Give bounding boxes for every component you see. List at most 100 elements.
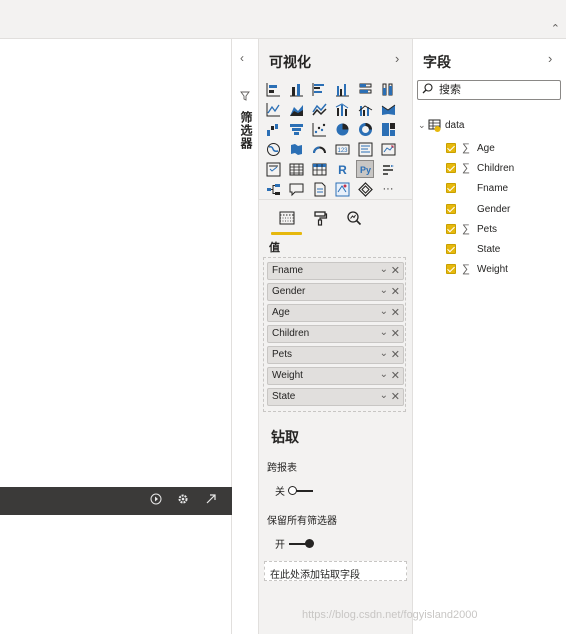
chevron-down-icon[interactable]: ⌄ [380, 285, 388, 296]
visual-header-bar [0, 487, 258, 515]
scatter-chart-icon[interactable] [310, 120, 328, 138]
cross-report-label: 跨报表 [267, 463, 297, 474]
chevron-right-icon[interactable]: › [548, 51, 552, 66]
line-column-chart-icon[interactable] [333, 100, 351, 118]
donut-chart-icon[interactable] [356, 120, 374, 138]
analytics-tab[interactable] [343, 208, 365, 228]
values-well[interactable]: Fname ⌄ ✕ Gender ⌄ ✕ Age ⌄ ✕ Children ⌄ … [263, 257, 406, 412]
stacked-area-chart-icon[interactable] [310, 100, 328, 118]
line-clustered-column-chart-icon[interactable] [356, 100, 374, 118]
value-well-item[interactable]: Pets ⌄ ✕ [267, 346, 404, 364]
expand-collapse-icon[interactable]: ⌄ [418, 120, 428, 131]
kpi-icon[interactable] [379, 140, 397, 158]
value-well-item[interactable]: Age ⌄ ✕ [267, 304, 404, 322]
slicer-icon[interactable] [264, 160, 282, 178]
field-checkbox[interactable] [446, 204, 456, 214]
field-item[interactable]: ∑ Pets [446, 221, 497, 237]
fields-tab[interactable] [276, 208, 298, 228]
report-canvas[interactable] [0, 39, 232, 634]
search-input[interactable] [439, 83, 554, 97]
keep-filters-toggle[interactable]: 开 [275, 536, 314, 551]
close-icon[interactable]: ✕ [391, 348, 400, 361]
stacked-bar-chart-icon[interactable] [264, 80, 282, 98]
value-well-item[interactable]: State ⌄ ✕ [267, 388, 404, 406]
chevron-down-icon[interactable]: ⌄ [380, 390, 388, 401]
close-icon[interactable]: ✕ [391, 285, 400, 298]
format-tab[interactable] [309, 208, 331, 228]
close-icon[interactable]: ✕ [391, 369, 400, 382]
filters-pane-title[interactable]: 筛选器 [238, 111, 255, 150]
chevron-down-icon[interactable]: ⌄ [380, 348, 388, 359]
chevron-down-icon[interactable]: ⌄ [380, 369, 388, 380]
power-apps-icon[interactable] [356, 180, 374, 198]
field-item[interactable]: ∑ Children [446, 160, 514, 176]
close-icon[interactable]: ✕ [391, 306, 400, 319]
decomposition-tree-icon[interactable] [264, 180, 282, 198]
value-well-item[interactable]: Gender ⌄ ✕ [267, 283, 404, 301]
matrix-icon[interactable] [310, 160, 328, 178]
field-item[interactable]: Gender [446, 201, 510, 217]
value-well-item[interactable]: Children ⌄ ✕ [267, 325, 404, 343]
cross-report-toggle[interactable]: 关 [275, 483, 313, 498]
waterfall-chart-icon[interactable] [264, 120, 282, 138]
value-well-item[interactable]: Weight ⌄ ✕ [267, 367, 404, 385]
field-item[interactable]: ∑ Age [446, 140, 495, 156]
100-percent-bar-chart-icon[interactable] [356, 80, 374, 98]
ribbon-chart-icon[interactable] [379, 100, 397, 118]
filters-pane-collapsed[interactable]: ‹ 筛选器 [232, 39, 259, 634]
close-icon[interactable]: ✕ [391, 264, 400, 277]
card-icon[interactable]: 123 [333, 140, 351, 158]
drillthrough-drop-zone[interactable]: 在此处添加钻取字段 [264, 561, 407, 581]
expand-icon[interactable] [203, 493, 219, 508]
field-item[interactable]: ∑ Weight [446, 261, 508, 277]
drillthrough-drop-placeholder: 在此处添加钻取字段 [270, 570, 360, 581]
chevron-up-icon[interactable]: ⌃ [551, 22, 560, 35]
chevron-down-icon[interactable]: ⌄ [380, 306, 388, 317]
field-item[interactable]: Fname [446, 180, 508, 196]
field-checkbox[interactable] [446, 143, 456, 153]
chevron-left-icon[interactable]: ‹ [240, 51, 244, 65]
field-checkbox[interactable] [446, 163, 456, 173]
fields-search-box[interactable] [417, 80, 561, 100]
svg-text:123: 123 [337, 148, 348, 154]
100-percent-column-chart-icon[interactable] [379, 80, 397, 98]
table-icon[interactable] [287, 160, 305, 178]
area-chart-icon[interactable] [287, 100, 305, 118]
chevron-down-icon[interactable]: ⌄ [380, 327, 388, 338]
filled-map-icon[interactable] [287, 140, 305, 158]
azure-map-icon[interactable] [333, 180, 351, 198]
line-chart-icon[interactable] [264, 100, 282, 118]
chevron-down-icon[interactable]: ⌄ [380, 264, 388, 275]
more-visuals-icon[interactable]: ··· [379, 180, 397, 198]
close-icon[interactable]: ✕ [391, 327, 400, 340]
value-well-item[interactable]: Fname ⌄ ✕ [267, 262, 404, 280]
pie-chart-icon[interactable] [333, 120, 351, 138]
value-well-label: Gender [272, 286, 306, 297]
field-checkbox[interactable] [446, 224, 456, 234]
map-icon[interactable] [264, 140, 282, 158]
clustered-bar-chart-icon[interactable] [310, 80, 328, 98]
stacked-column-chart-icon[interactable] [287, 80, 305, 98]
clustered-column-chart-icon[interactable] [333, 80, 351, 98]
key-influencers-icon[interactable] [379, 160, 397, 178]
close-icon[interactable]: ✕ [391, 390, 400, 403]
fields-well-icon [279, 211, 295, 225]
treemap-icon[interactable] [379, 120, 397, 138]
chevron-right-icon[interactable]: › [395, 51, 399, 66]
multi-row-card-icon[interactable] [356, 140, 374, 158]
qa-visual-icon[interactable] [287, 180, 305, 198]
field-item[interactable]: State [446, 241, 500, 257]
funnel-chart-icon[interactable] [287, 120, 305, 138]
gauge-icon[interactable] [310, 140, 328, 158]
r-visual-icon[interactable]: R [333, 160, 351, 178]
svg-text:Py: Py [359, 165, 370, 175]
field-label: Fname [477, 182, 509, 194]
gear-icon[interactable] [175, 493, 191, 508]
play-icon[interactable] [148, 493, 164, 508]
field-checkbox[interactable] [446, 183, 456, 193]
paginated-report-icon[interactable] [310, 180, 328, 198]
field-checkbox[interactable] [446, 244, 456, 254]
python-visual-icon[interactable]: Py [356, 160, 374, 178]
field-checkbox[interactable] [446, 264, 456, 274]
table-node[interactable]: ⌄ data [418, 119, 464, 132]
